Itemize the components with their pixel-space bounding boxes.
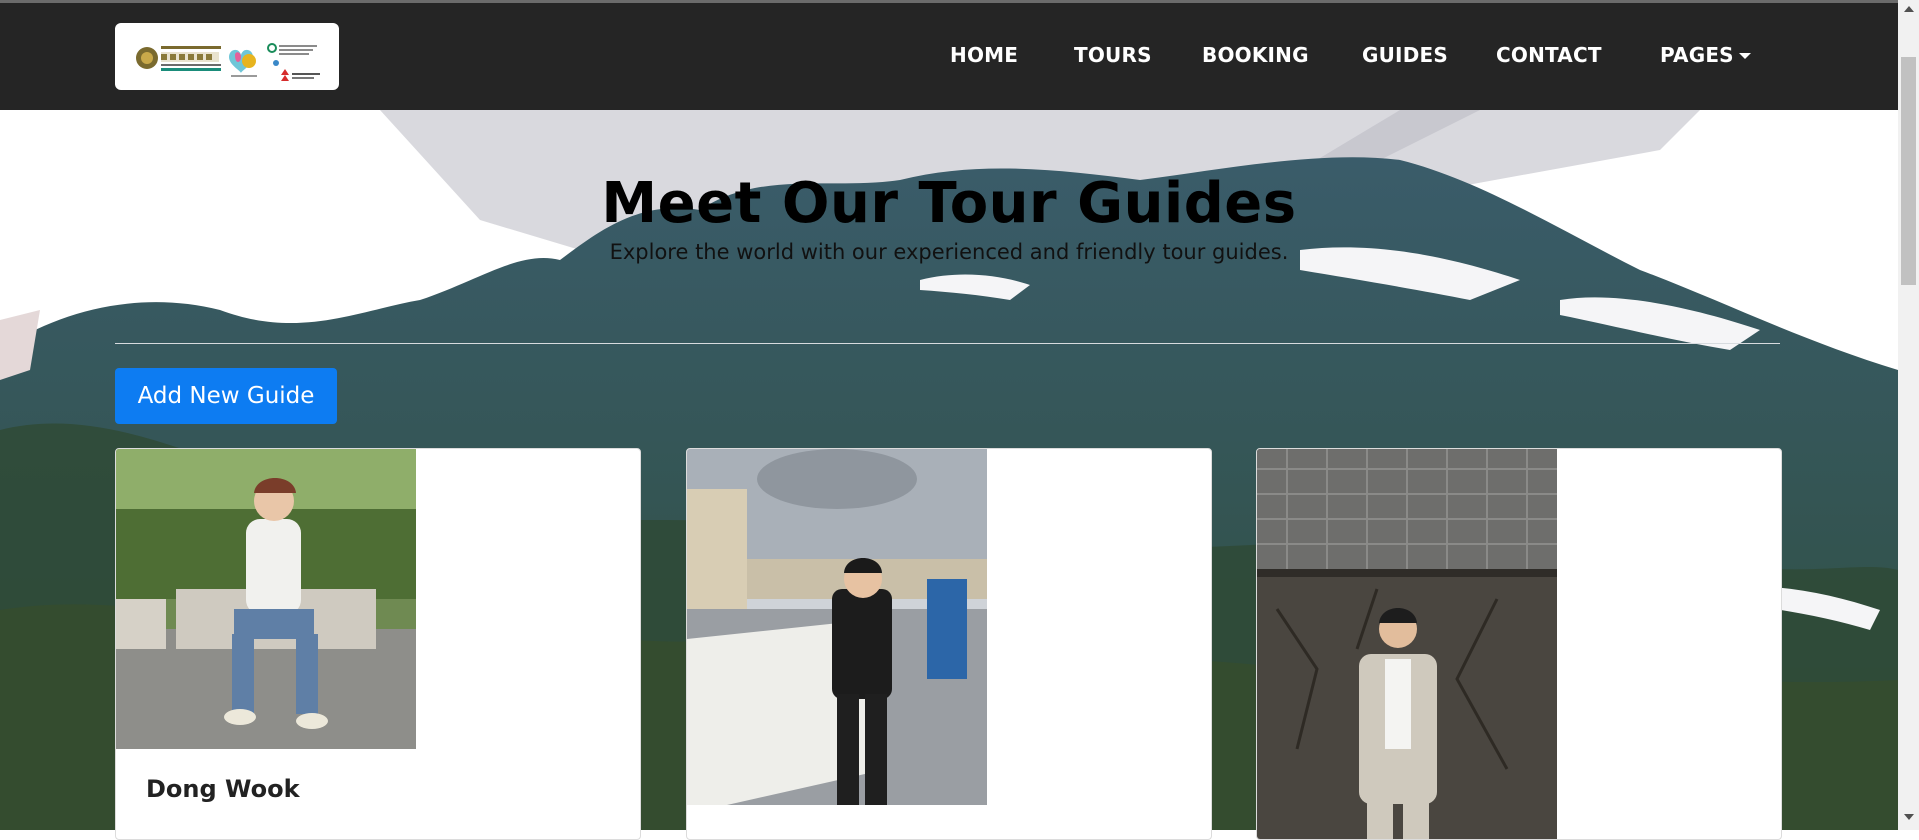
guide-name: Dong Wook — [146, 775, 300, 803]
page-scrollbar[interactable] — [1898, 0, 1919, 830]
guide-card[interactable] — [686, 448, 1212, 840]
chevron-down-icon[interactable] — [1739, 53, 1751, 59]
nav-booking[interactable]: BOOKING — [1202, 43, 1309, 67]
guide-card[interactable]: Dong Wook — [115, 448, 641, 840]
nav-pages-label: PAGES — [1660, 43, 1734, 67]
add-new-guide-button[interactable]: Add New Guide — [115, 368, 337, 424]
guide-photo — [116, 449, 416, 749]
scroll-up-icon[interactable] — [1904, 6, 1914, 12]
logo-image — [136, 43, 320, 81]
page-title: Meet Our Tour Guides — [601, 170, 1297, 236]
nav-pages-dropdown[interactable]: PAGES — [1660, 43, 1734, 67]
nav-contact[interactable]: CONTACT — [1496, 43, 1602, 67]
section-divider — [115, 343, 1780, 344]
guide-card[interactable] — [1256, 448, 1782, 840]
nav-guides[interactable]: GUIDES — [1362, 43, 1448, 67]
page-subtitle: Explore the world with our experienced a… — [609, 240, 1289, 264]
scroll-thumb[interactable] — [1901, 57, 1916, 285]
brand-logo[interactable] — [115, 23, 339, 90]
navbar: HOME TOURS BOOKING GUIDES CONTACT PAGES — [0, 3, 1898, 110]
guide-photo — [1257, 449, 1557, 839]
nav-tours[interactable]: TOURS — [1074, 43, 1152, 67]
scroll-down-icon[interactable] — [1904, 814, 1914, 820]
nav-home[interactable]: HOME — [950, 43, 1018, 67]
guide-photo — [687, 449, 987, 805]
